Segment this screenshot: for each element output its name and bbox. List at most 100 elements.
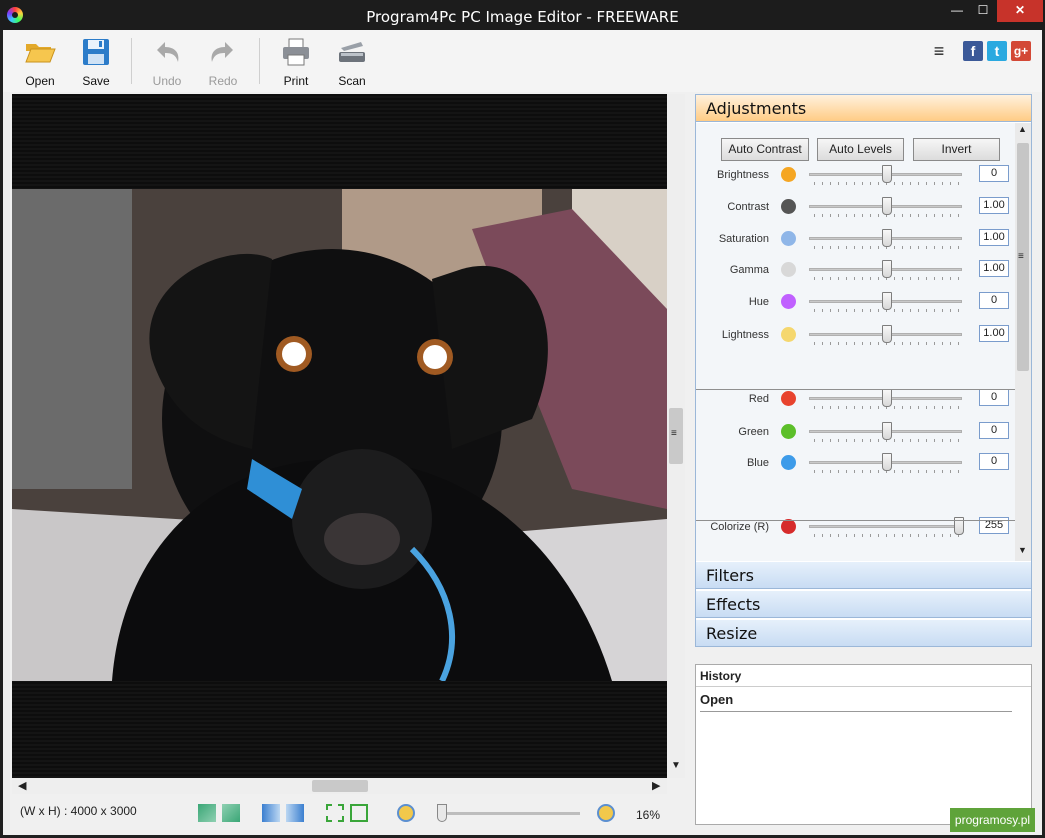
adjust-label: Hue: [748, 296, 769, 308]
flip-horizontal-icon[interactable]: [286, 804, 304, 822]
main-toolbar: Open Save Undo Redo Print Scan ≡ f t g+: [3, 30, 1042, 92]
slider-thumb[interactable]: [882, 389, 892, 407]
slider-thumb[interactable]: [882, 422, 892, 440]
adjust-label: Brightness: [717, 169, 769, 181]
flip-vertical-icon[interactable]: [262, 804, 280, 822]
history-panel: History Open: [695, 664, 1032, 825]
value-field[interactable]: 0: [979, 453, 1009, 470]
twitter-icon[interactable]: t: [987, 41, 1007, 61]
redo-button[interactable]: Redo: [198, 34, 248, 90]
zoom-slider-track[interactable]: [441, 812, 580, 815]
adjust-row-gamma: Gamma 1.00: [696, 257, 1015, 285]
window-title: Program4Pc PC Image Editor - FREEWARE: [366, 8, 679, 26]
toolbar-divider: [131, 38, 132, 84]
section-divider: [696, 389, 1015, 390]
scroll-up-icon[interactable]: ▲: [1018, 124, 1027, 134]
adjust-label: Lightness: [721, 329, 769, 341]
filters-header[interactable]: Filters: [696, 562, 1031, 589]
resize-header[interactable]: Resize: [696, 620, 1031, 647]
title-bar[interactable]: Program4Pc PC Image Editor - FREEWARE — …: [0, 0, 1045, 30]
slider-thumb[interactable]: [882, 260, 892, 278]
adjust-label: Colorize (R): [710, 521, 769, 533]
adjust-row-contrast: Contrast 1.00: [696, 194, 1015, 222]
slider-thumb[interactable]: [882, 165, 892, 183]
adjust-label: Green: [738, 426, 769, 438]
value-field[interactable]: 1.00: [979, 325, 1009, 342]
hue-wheel-icon: [781, 294, 796, 309]
adjust-label: Blue: [746, 457, 769, 469]
open-button[interactable]: Open: [15, 34, 65, 90]
red-dot-icon: [781, 391, 796, 406]
value-field[interactable]: 0: [979, 422, 1009, 439]
slider-thumb[interactable]: [882, 292, 892, 310]
adjust-row-blue: Blue 0: [696, 450, 1015, 478]
history-item[interactable]: Open: [700, 692, 1012, 712]
adjust-label: Gamma: [729, 264, 769, 276]
dog-photo: [12, 189, 667, 681]
history-title: History: [696, 665, 1031, 687]
blue-dot-icon: [781, 455, 796, 470]
slider-thumb[interactable]: [882, 229, 892, 247]
value-field[interactable]: 0: [979, 292, 1009, 309]
tools-panel: Adjustments Auto Contrast Auto Levels In…: [695, 94, 1032, 647]
close-button[interactable]: ✕: [997, 0, 1043, 22]
undo-arrow-icon: [151, 36, 183, 68]
scan-button[interactable]: Scan: [327, 34, 377, 90]
adjust-row-red: Red 0: [696, 386, 1015, 414]
adjust-label: Saturation: [718, 233, 769, 245]
scroll-down-icon[interactable]: ▼: [671, 760, 681, 771]
folder-open-icon: [24, 36, 56, 68]
fit-window-icon[interactable]: [350, 804, 368, 822]
slider-thumb[interactable]: [882, 453, 892, 471]
value-field[interactable]: 0: [979, 165, 1009, 182]
value-field[interactable]: 1.00: [979, 229, 1009, 246]
redo-arrow-icon: [207, 36, 239, 68]
scrollbar-thumb[interactable]: [312, 780, 368, 792]
rotate-left-icon[interactable]: [198, 804, 216, 822]
adjust-row-brightness: Brightness 0: [696, 162, 1015, 190]
panel-scrollbar[interactable]: ▲ ≡ ▼: [1015, 123, 1031, 561]
zoom-in-icon[interactable]: [597, 804, 615, 822]
minimize-button[interactable]: —: [944, 0, 970, 22]
client-area: Open Save Undo Redo Print Scan ≡ f t g+ …: [3, 30, 1042, 835]
google-plus-icon[interactable]: g+: [1011, 41, 1031, 61]
green-dot-icon: [781, 424, 796, 439]
auto-contrast-button[interactable]: Auto Contrast: [721, 138, 809, 161]
bulb-icon: [781, 327, 796, 342]
menu-list-icon[interactable]: ≡: [929, 41, 949, 61]
value-field[interactable]: 0: [979, 389, 1009, 406]
adjust-row-saturation: Saturation 1.00: [696, 226, 1015, 254]
scroll-down-icon[interactable]: ▼: [1018, 545, 1027, 555]
print-button[interactable]: Print: [271, 34, 321, 90]
adjustments-header[interactable]: Adjustments: [696, 95, 1031, 122]
effects-header[interactable]: Effects: [696, 591, 1031, 618]
value-field[interactable]: 1.00: [979, 260, 1009, 277]
value-field[interactable]: 1.00: [979, 197, 1009, 214]
adjust-row-hue: Hue 0: [696, 289, 1015, 317]
auto-levels-button[interactable]: Auto Levels: [817, 138, 904, 161]
gamma-icon: [781, 262, 796, 277]
invert-button[interactable]: Invert: [913, 138, 1000, 161]
grip-icon: ≡: [671, 428, 677, 439]
adjust-row-lightness: Lightness 1.00: [696, 322, 1015, 350]
image-dimensions: (W x H) : 4000 x 3000: [20, 804, 137, 818]
save-button[interactable]: Save: [71, 34, 121, 90]
slider-thumb[interactable]: [882, 325, 892, 343]
rotate-right-icon[interactable]: [222, 804, 240, 822]
toolbar-divider: [259, 38, 260, 84]
image-canvas[interactable]: [12, 94, 667, 778]
slider-thumb[interactable]: [882, 197, 892, 215]
zoom-out-icon[interactable]: [397, 804, 415, 822]
canvas-vertical-scrollbar[interactable]: ≡ ▼: [667, 94, 685, 778]
zoom-slider-thumb[interactable]: [437, 804, 447, 822]
facebook-icon[interactable]: f: [963, 41, 983, 61]
undo-button[interactable]: Undo: [142, 34, 192, 90]
slider-track[interactable]: [809, 525, 962, 528]
scroll-left-icon[interactable]: ◀: [18, 779, 26, 792]
scroll-right-icon[interactable]: ▶: [652, 779, 660, 792]
zoom-percentage: 16%: [636, 808, 661, 822]
fit-selection-icon[interactable]: [326, 804, 344, 822]
status-bar: (W x H) : 4000 x 3000 16%: [3, 794, 693, 834]
canvas-horizontal-scrollbar[interactable]: ◀ ▶: [12, 778, 667, 794]
maximize-button[interactable]: ☐: [970, 0, 996, 22]
